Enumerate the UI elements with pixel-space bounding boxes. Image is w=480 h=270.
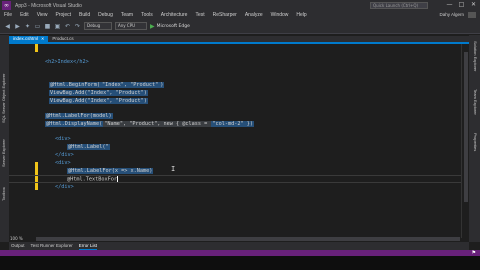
window-controls: — □ ✕: [445, 1, 478, 8]
tab-error-list[interactable]: Error List: [78, 242, 98, 250]
menu-view[interactable]: View: [37, 12, 48, 18]
code-line: @Html.DisplayName("Name", "Product", new…: [45, 121, 255, 127]
sql-server-object-explorer-tab[interactable]: SQL Server Object Explorer: [1, 43, 8, 123]
horizontal-scrollbar[interactable]: [36, 237, 460, 241]
code-line: ViewBag.Add("Index", "Product"): [49, 90, 148, 96]
zoom-level[interactable]: 100 %: [10, 236, 23, 241]
ibeam-cursor-icon: I: [171, 165, 176, 173]
menu-bar: File Edit View Project Build Debug Team …: [0, 11, 480, 19]
status-strip: [0, 250, 480, 256]
code-line: @Html.Label(": [67, 144, 110, 150]
properties-tab[interactable]: Properties: [471, 133, 478, 163]
title-bar: ∞ App3 - Microsoft Visual Studio Quick L…: [0, 0, 480, 11]
open-icon[interactable]: ▭: [34, 23, 41, 30]
menu-analyze[interactable]: Analyze: [245, 12, 263, 18]
code-line: @Html.LabelFor(x => x.Name): [67, 168, 154, 174]
save-icon[interactable]: ■: [44, 23, 51, 30]
toolbox-tab[interactable]: Toolbox: [1, 171, 8, 201]
play-icon: ▶: [150, 22, 155, 30]
save-all-icon[interactable]: ▣: [54, 23, 61, 30]
menu-window[interactable]: Window: [271, 12, 289, 18]
right-tool-strip: Solution Explorer Team Explorer Properti…: [469, 35, 480, 242]
code-line: <div>: [55, 160, 71, 166]
minimize-button[interactable]: —: [445, 1, 454, 8]
menu-file[interactable]: File: [4, 12, 12, 18]
avatar[interactable]: [468, 12, 476, 18]
new-project-icon[interactable]: ✦: [24, 23, 31, 30]
quick-launch-input[interactable]: Quick Launch (Ctrl+Q): [370, 2, 428, 9]
server-explorer-tab[interactable]: Server Explorer: [1, 127, 8, 167]
code-line: ViewBag.Add("Index", "Product"): [49, 98, 148, 104]
menu-debug[interactable]: Debug: [98, 12, 113, 18]
line-number-gutter: [9, 44, 35, 238]
left-tool-strip: SQL Server Object Explorer Server Explor…: [0, 35, 9, 242]
menu-edit[interactable]: Edit: [20, 12, 29, 18]
forward-icon[interactable]: ▶: [14, 23, 21, 30]
tab-product-cs[interactable]: Product.cs: [48, 36, 78, 42]
tab-test-runner-explorer[interactable]: Test Runner Explorer: [31, 242, 73, 250]
code-line: @Html.TextBoxFor: [67, 176, 118, 183]
code-line: </div>: [55, 152, 74, 158]
back-icon[interactable]: ◀: [4, 23, 11, 30]
solution-explorer-tab[interactable]: Solution Explorer: [471, 41, 478, 85]
document-tab-strip: index.cshtml ✕ Product.cs: [9, 36, 469, 44]
close-button[interactable]: ✕: [469, 1, 478, 8]
code-line: </div>: [55, 184, 74, 190]
text-caret: [116, 176, 118, 182]
code-line: <h2>Index</h2>: [45, 59, 89, 65]
visual-studio-logo-icon: ∞: [2, 1, 11, 10]
code-line: @Html.BeginForm("Index", "Product"): [49, 82, 165, 88]
status-bar: ⚑: [0, 250, 480, 270]
menu-tools[interactable]: Tools: [141, 12, 153, 18]
vertical-scrollbar[interactable]: [461, 44, 469, 238]
undo-icon[interactable]: ↶: [64, 23, 71, 30]
scrollbar-thumb[interactable]: [464, 52, 468, 202]
menu-team[interactable]: Team: [121, 12, 133, 18]
close-icon[interactable]: ✕: [41, 36, 44, 41]
solution-configuration-select[interactable]: Debug: [84, 22, 112, 30]
tab-label: index.cshtml: [13, 36, 39, 41]
window-title: App3 - Microsoft Visual Studio: [15, 2, 82, 9]
menu-build[interactable]: Build: [79, 12, 90, 18]
code-editor[interactable]: <h2>Index</h2> @Html.BeginForm("Index", …: [9, 44, 461, 238]
user-name[interactable]: Dahy Algern: [439, 12, 464, 17]
code-line: <div>: [55, 136, 71, 142]
notification-icon[interactable]: ⚑: [472, 250, 476, 256]
menu-test[interactable]: Test: [195, 12, 204, 18]
tab-output[interactable]: Output: [11, 242, 25, 250]
run-target-label: Microsoft Edge: [156, 23, 190, 29]
code-line: @Html.LabelFor(model): [45, 113, 113, 119]
menu-project[interactable]: Project: [55, 12, 71, 18]
tab-index-cshtml[interactable]: index.cshtml ✕: [9, 36, 49, 42]
menu-resharper[interactable]: ReSharper: [213, 12, 237, 18]
maximize-button[interactable]: □: [457, 1, 466, 8]
change-indicator: [35, 44, 38, 52]
tool-window-tabs: Output Test Runner Explorer Error List: [9, 242, 469, 250]
toolbar: ◀ ▶ ✦ ▭ ■ ▣ ↶ ↷ Debug Any CPU ▶ Microsof…: [0, 19, 480, 34]
menu-help[interactable]: Help: [296, 12, 306, 18]
tab-label: Product.cs: [52, 36, 74, 41]
solution-platform-select[interactable]: Any CPU: [115, 22, 147, 30]
redo-icon[interactable]: ↷: [74, 23, 81, 30]
team-explorer-tab[interactable]: Team Explorer: [471, 89, 478, 129]
start-debugging-button[interactable]: ▶ Microsoft Edge: [150, 23, 190, 30]
menu-architecture[interactable]: Architecture: [161, 12, 188, 18]
